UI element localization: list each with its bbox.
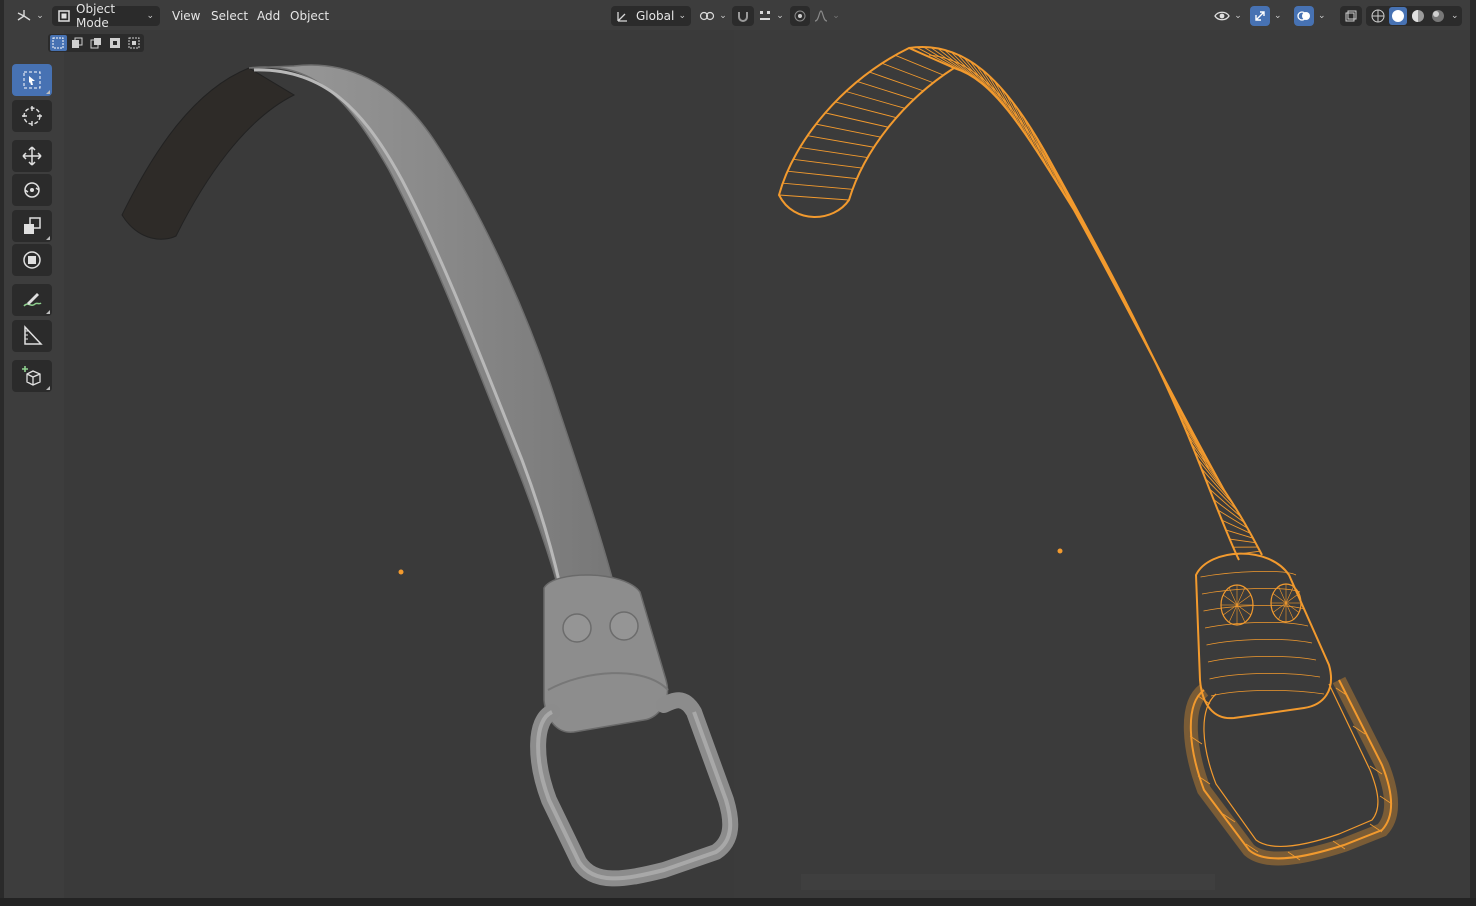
chevron-down-icon: ⌄	[1318, 11, 1326, 21]
rotate-icon	[21, 179, 43, 201]
chevron-down-icon: ⌄	[776, 11, 784, 21]
menu-object[interactable]: Object	[286, 7, 333, 25]
overlays-icon	[1294, 6, 1314, 26]
snap-increment-icon	[758, 9, 772, 23]
transform-icon	[21, 249, 43, 271]
chevron-down-icon: ⌄	[832, 11, 840, 21]
pivot-point-selector[interactable]: ⌄	[698, 6, 728, 26]
xray-icon	[1344, 9, 1358, 23]
proportional-edit-toggle[interactable]	[790, 6, 810, 26]
move-icon	[21, 145, 43, 167]
tool-cursor[interactable]	[12, 100, 52, 132]
falloff-selector[interactable]: ⌄	[812, 6, 842, 26]
falloff-curve-icon	[814, 10, 828, 22]
orientation-label: Global	[636, 9, 675, 23]
chevron-down-icon[interactable]: ⌄	[1451, 11, 1459, 21]
viewport-status-region	[801, 874, 1215, 890]
snap-toggle[interactable]	[732, 6, 754, 26]
menu-view[interactable]: View	[168, 7, 204, 25]
wireframe-shading-icon[interactable]	[1369, 7, 1387, 25]
chevron-down-icon: ⌄	[1234, 11, 1242, 21]
solid-shading-icon[interactable]	[1389, 7, 1407, 25]
select-intersect-icon[interactable]	[125, 35, 142, 51]
material-shading-icon[interactable]	[1409, 7, 1427, 25]
chevron-down-icon: ⌄	[146, 11, 154, 21]
measure-icon	[21, 325, 43, 347]
add-cube-icon	[21, 365, 43, 387]
tool-measure[interactable]	[12, 320, 52, 352]
editor-type-selector[interactable]: ⌄	[14, 6, 46, 26]
object-origin-dot-2	[1057, 548, 1063, 554]
snap-magnet-icon	[736, 9, 750, 23]
select-subtract-icon[interactable]	[88, 35, 105, 51]
rendered-shading-icon[interactable]	[1429, 7, 1447, 25]
select-extend-icon[interactable]	[69, 35, 86, 51]
scale-icon	[21, 215, 43, 237]
cursor-icon	[21, 105, 43, 127]
viewport-scene[interactable]	[4, 0, 1470, 898]
mode-label: Object Mode	[76, 2, 116, 30]
menu-select[interactable]: Select	[207, 7, 252, 25]
gizmo-toggle[interactable]: ⌄	[1250, 6, 1284, 26]
tool-transform[interactable]	[12, 244, 52, 276]
tool-move[interactable]	[12, 140, 52, 172]
tool-select-box[interactable]	[12, 64, 52, 96]
transform-orientation-selector[interactable]: Global ⌄	[611, 6, 691, 26]
3d-viewport[interactable]: ⌄ Object Mode ⌄ View Select Add Object G…	[4, 0, 1470, 898]
view3d-icon	[16, 9, 32, 23]
chevron-down-icon: ⌄	[678, 11, 686, 21]
overlays-toggle[interactable]: ⌄	[1294, 6, 1332, 26]
chevron-down-icon: ⌄	[36, 11, 44, 21]
chevron-down-icon: ⌄	[719, 11, 727, 21]
tool-add-cube[interactable]	[12, 360, 52, 392]
viewport-region-right	[734, 30, 1470, 898]
object-origin-dot	[398, 569, 404, 575]
proportional-edit-icon	[794, 10, 806, 22]
pivot-point-icon	[699, 10, 715, 22]
tool-annotate[interactable]	[12, 284, 52, 316]
tool-scale[interactable]	[12, 210, 52, 242]
snap-target-selector[interactable]: ⌄	[756, 6, 786, 26]
shading-mode-group: ⌄	[1366, 6, 1462, 26]
mode-selector[interactable]: Object Mode ⌄	[52, 2, 160, 30]
object-mode-icon	[58, 10, 70, 22]
transform-orientation-icon	[616, 9, 630, 23]
window-right-edge	[1470, 0, 1476, 898]
select-new-icon[interactable]	[50, 35, 67, 51]
select-box-icon	[22, 70, 42, 90]
eye-icon	[1214, 10, 1230, 22]
visibility-selector[interactable]: ⌄	[1212, 6, 1244, 26]
viewport-header: ⌄ Object Mode ⌄ View Select Add Object G…	[4, 0, 1470, 32]
xray-toggle[interactable]	[1340, 6, 1362, 26]
select-difference-icon[interactable]	[106, 35, 123, 51]
menu-add[interactable]: Add	[253, 7, 284, 25]
selection-mode-group	[48, 34, 144, 52]
window-bottom-edge	[0, 898, 1476, 906]
annotate-icon	[21, 289, 43, 311]
gizmo-icon	[1250, 6, 1270, 26]
chevron-down-icon: ⌄	[1274, 11, 1282, 21]
tool-rotate[interactable]	[12, 174, 52, 206]
